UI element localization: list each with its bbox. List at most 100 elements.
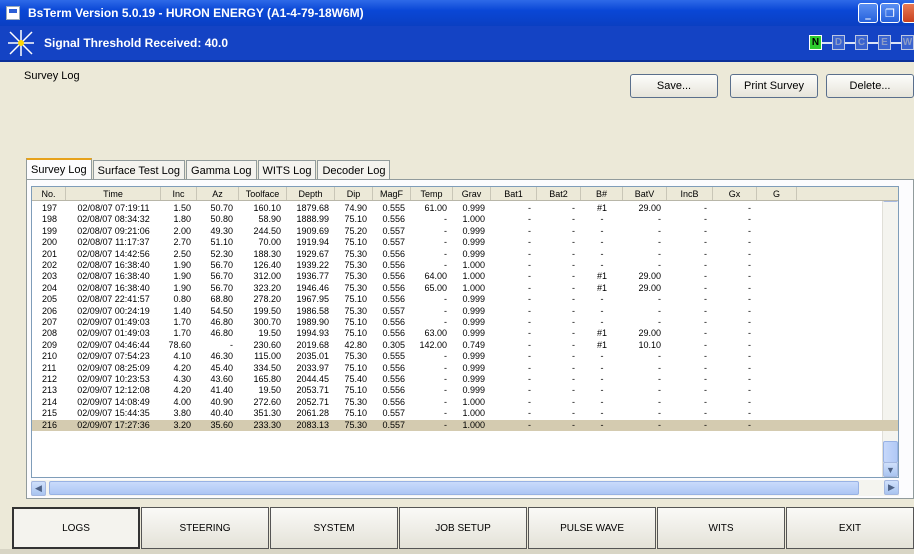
column-header[interactable]: Depth <box>287 187 335 200</box>
table-cell: 54.50 <box>210 305 233 316</box>
horizontal-scroll-thumb[interactable] <box>49 481 859 495</box>
table-cell: - <box>748 396 751 407</box>
scroll-left-icon[interactable]: ◀ <box>31 480 46 496</box>
table-cell: 1.000 <box>462 214 485 225</box>
table-cell: - <box>658 408 661 419</box>
minimize-button[interactable]: _ <box>858 3 878 23</box>
table-cell: - <box>600 419 604 430</box>
table-row[interactable]: 202 02/08/07 16:38:40 1.90 56.70 126.40 1939.… <box>32 260 898 271</box>
tab-surface-test-log[interactable]: Surface Test Log <box>92 160 186 180</box>
table-cell: 02/09/07 01:49:03 <box>77 317 150 327</box>
nav-steering-button[interactable]: STEERING <box>141 507 270 549</box>
column-header[interactable]: Toolface <box>239 187 287 200</box>
table-cell: 216 <box>42 419 58 430</box>
table-cell: 230.60 <box>253 339 281 350</box>
table-cell: - <box>444 305 447 316</box>
column-header[interactable]: Gx <box>713 187 757 200</box>
table-cell: 2044.45 <box>296 374 329 384</box>
column-header[interactable]: B# <box>581 187 623 200</box>
nav-system-button[interactable]: SYSTEM <box>270 507 399 549</box>
scroll-down-icon[interactable]: ▼ <box>883 462 898 477</box>
column-header[interactable]: MagF <box>373 187 411 200</box>
table-cell: - <box>704 225 707 236</box>
table-row[interactable]: 213 02/09/07 12:12:08 4.20 41.40 19.50 2053.7… <box>32 385 898 396</box>
column-header[interactable]: G <box>757 187 797 200</box>
table-row[interactable]: 204 02/08/07 16:38:40 1.90 56.70 323.20 1946.… <box>32 282 898 294</box>
column-header[interactable]: IncB <box>667 187 713 200</box>
column-header[interactable]: Bat1 <box>491 187 537 200</box>
table-cell: 1879.68 <box>296 203 329 213</box>
scroll-right-icon[interactable]: ▶ <box>884 480 899 495</box>
table-row[interactable]: 197 02/08/07 07:19:11 1.50 50.70 160.10 1879.… <box>32 203 898 214</box>
column-header[interactable]: Time <box>66 187 161 200</box>
table-row[interactable]: 214 02/09/07 14:08:49 4.00 40.90 272.60 2052.… <box>32 396 898 408</box>
table-row[interactable]: 200 02/08/07 11:17:37 2.70 51.10 70.00 1919.9… <box>32 237 898 248</box>
table-row[interactable]: 201 02/08/07 14:42:56 2.50 52.30 188.30 1929.… <box>32 248 898 260</box>
table-cell: 351.30 <box>253 408 281 419</box>
table-cell: 2019.68 <box>296 339 329 350</box>
horizontal-scrollbar[interactable]: ◀ ▶ <box>31 480 899 496</box>
table-cell: - <box>748 248 751 259</box>
table-cell: 56.70 <box>210 260 233 270</box>
tab-decoder-log[interactable]: Decoder Log <box>317 160 391 180</box>
table-row[interactable]: 216 02/09/07 17:27:36 3.20 35.60 233.30 2083.… <box>32 419 898 431</box>
maximize-button[interactable]: ❐ <box>880 3 900 23</box>
table-cell: 0.557 <box>382 225 405 236</box>
indicator-separator <box>845 41 855 44</box>
nav-wits-button[interactable]: WITS <box>657 507 786 549</box>
table-cell: 197 <box>42 203 58 213</box>
table-cell: 75.30 <box>344 419 367 430</box>
table-row[interactable]: 203 02/08/07 16:38:40 1.90 56.70 312.00 1936.… <box>32 271 898 282</box>
table-cell: 1.70 <box>173 328 191 339</box>
table-row[interactable]: 212 02/09/07 10:23:53 4.30 43.60 165.80 2044.… <box>32 374 898 385</box>
table-cell: - <box>572 339 575 350</box>
table-cell <box>757 420 797 431</box>
table-row[interactable]: 199 02/08/07 09:21:06 2.00 49.30 244.50 1909.… <box>32 225 898 237</box>
table-cell: 211 <box>42 362 57 373</box>
nav-pulse-wave-button[interactable]: PULSE WAVE <box>528 507 657 549</box>
column-header[interactable]: Bat2 <box>537 187 581 200</box>
table-row[interactable]: 215 02/09/07 15:44:35 3.80 40.40 351.30 2061.… <box>32 408 898 419</box>
column-header[interactable]: BatV <box>623 187 667 200</box>
column-header[interactable]: Grav <box>453 187 491 200</box>
table-cell: 29.00 <box>638 282 661 293</box>
print-survey-button[interactable]: Print Survey <box>730 74 818 98</box>
column-header[interactable]: Dip <box>335 187 373 200</box>
vertical-scroll-thumb[interactable] <box>883 441 898 463</box>
nav-logs-button[interactable]: LOGS <box>12 507 141 549</box>
table-cell: - <box>528 225 531 236</box>
table-cell: - <box>658 214 661 225</box>
table-row[interactable]: 211 02/09/07 08:25:09 4.20 45.40 334.50 2033.… <box>32 362 898 374</box>
table-cell: 2052.71 <box>296 396 329 407</box>
survey-table[interactable]: ▲ ▼ No.TimeIncAzToolfaceDepthDipMagFTemp… <box>31 186 899 478</box>
nav-job-setup-button[interactable]: JOB SETUP <box>399 507 528 549</box>
tab-survey-log[interactable]: Survey Log <box>26 158 92 180</box>
table-row[interactable]: 210 02/09/07 07:54:23 4.10 46.30 115.00 2035.… <box>32 351 898 362</box>
table-row[interactable]: 208 02/09/07 01:49:03 1.70 46.80 19.50 1994.9… <box>32 328 898 339</box>
table-row[interactable]: 207 02/09/07 01:49:03 1.70 46.80 300.70 1989.… <box>32 317 898 328</box>
column-header[interactable]: Inc <box>161 187 197 200</box>
column-header[interactable]: No. <box>32 187 66 200</box>
save-button[interactable]: Save... <box>630 74 718 98</box>
table-row[interactable]: 205 02/08/07 22:41:57 0.80 68.80 278.20 1967.… <box>32 294 898 305</box>
table-cell: 43.60 <box>210 374 233 384</box>
table-cell: 02/08/07 14:42:56 <box>77 248 150 259</box>
table-cell: - <box>600 362 604 373</box>
table-row[interactable]: 209 02/09/07 04:46:44 78.60 - 230.60 2019.68 4… <box>32 339 898 351</box>
table-cell: 206 <box>42 305 58 316</box>
close-button[interactable] <box>902 3 914 23</box>
table-cell: - <box>528 385 531 396</box>
tab-gamma-log[interactable]: Gamma Log <box>186 160 257 180</box>
table-cell: - <box>704 351 707 362</box>
table-row[interactable]: 206 02/09/07 00:24:19 1.40 54.50 199.50 1986.… <box>32 305 898 317</box>
column-header[interactable]: Temp <box>411 187 453 200</box>
nav-exit-button[interactable]: EXIT <box>786 507 914 549</box>
delete-button[interactable]: Delete... <box>826 74 914 98</box>
column-header[interactable]: Az <box>197 187 239 200</box>
table-row[interactable]: 198 02/08/07 08:34:32 1.80 50.80 58.90 1888.9… <box>32 214 898 225</box>
tab-wits-log[interactable]: WITS Log <box>257 160 317 180</box>
indicator-w: W <box>901 35 914 50</box>
table-cell: - <box>600 260 604 270</box>
table-cell: - <box>704 214 707 225</box>
table-cell: - <box>528 396 531 407</box>
